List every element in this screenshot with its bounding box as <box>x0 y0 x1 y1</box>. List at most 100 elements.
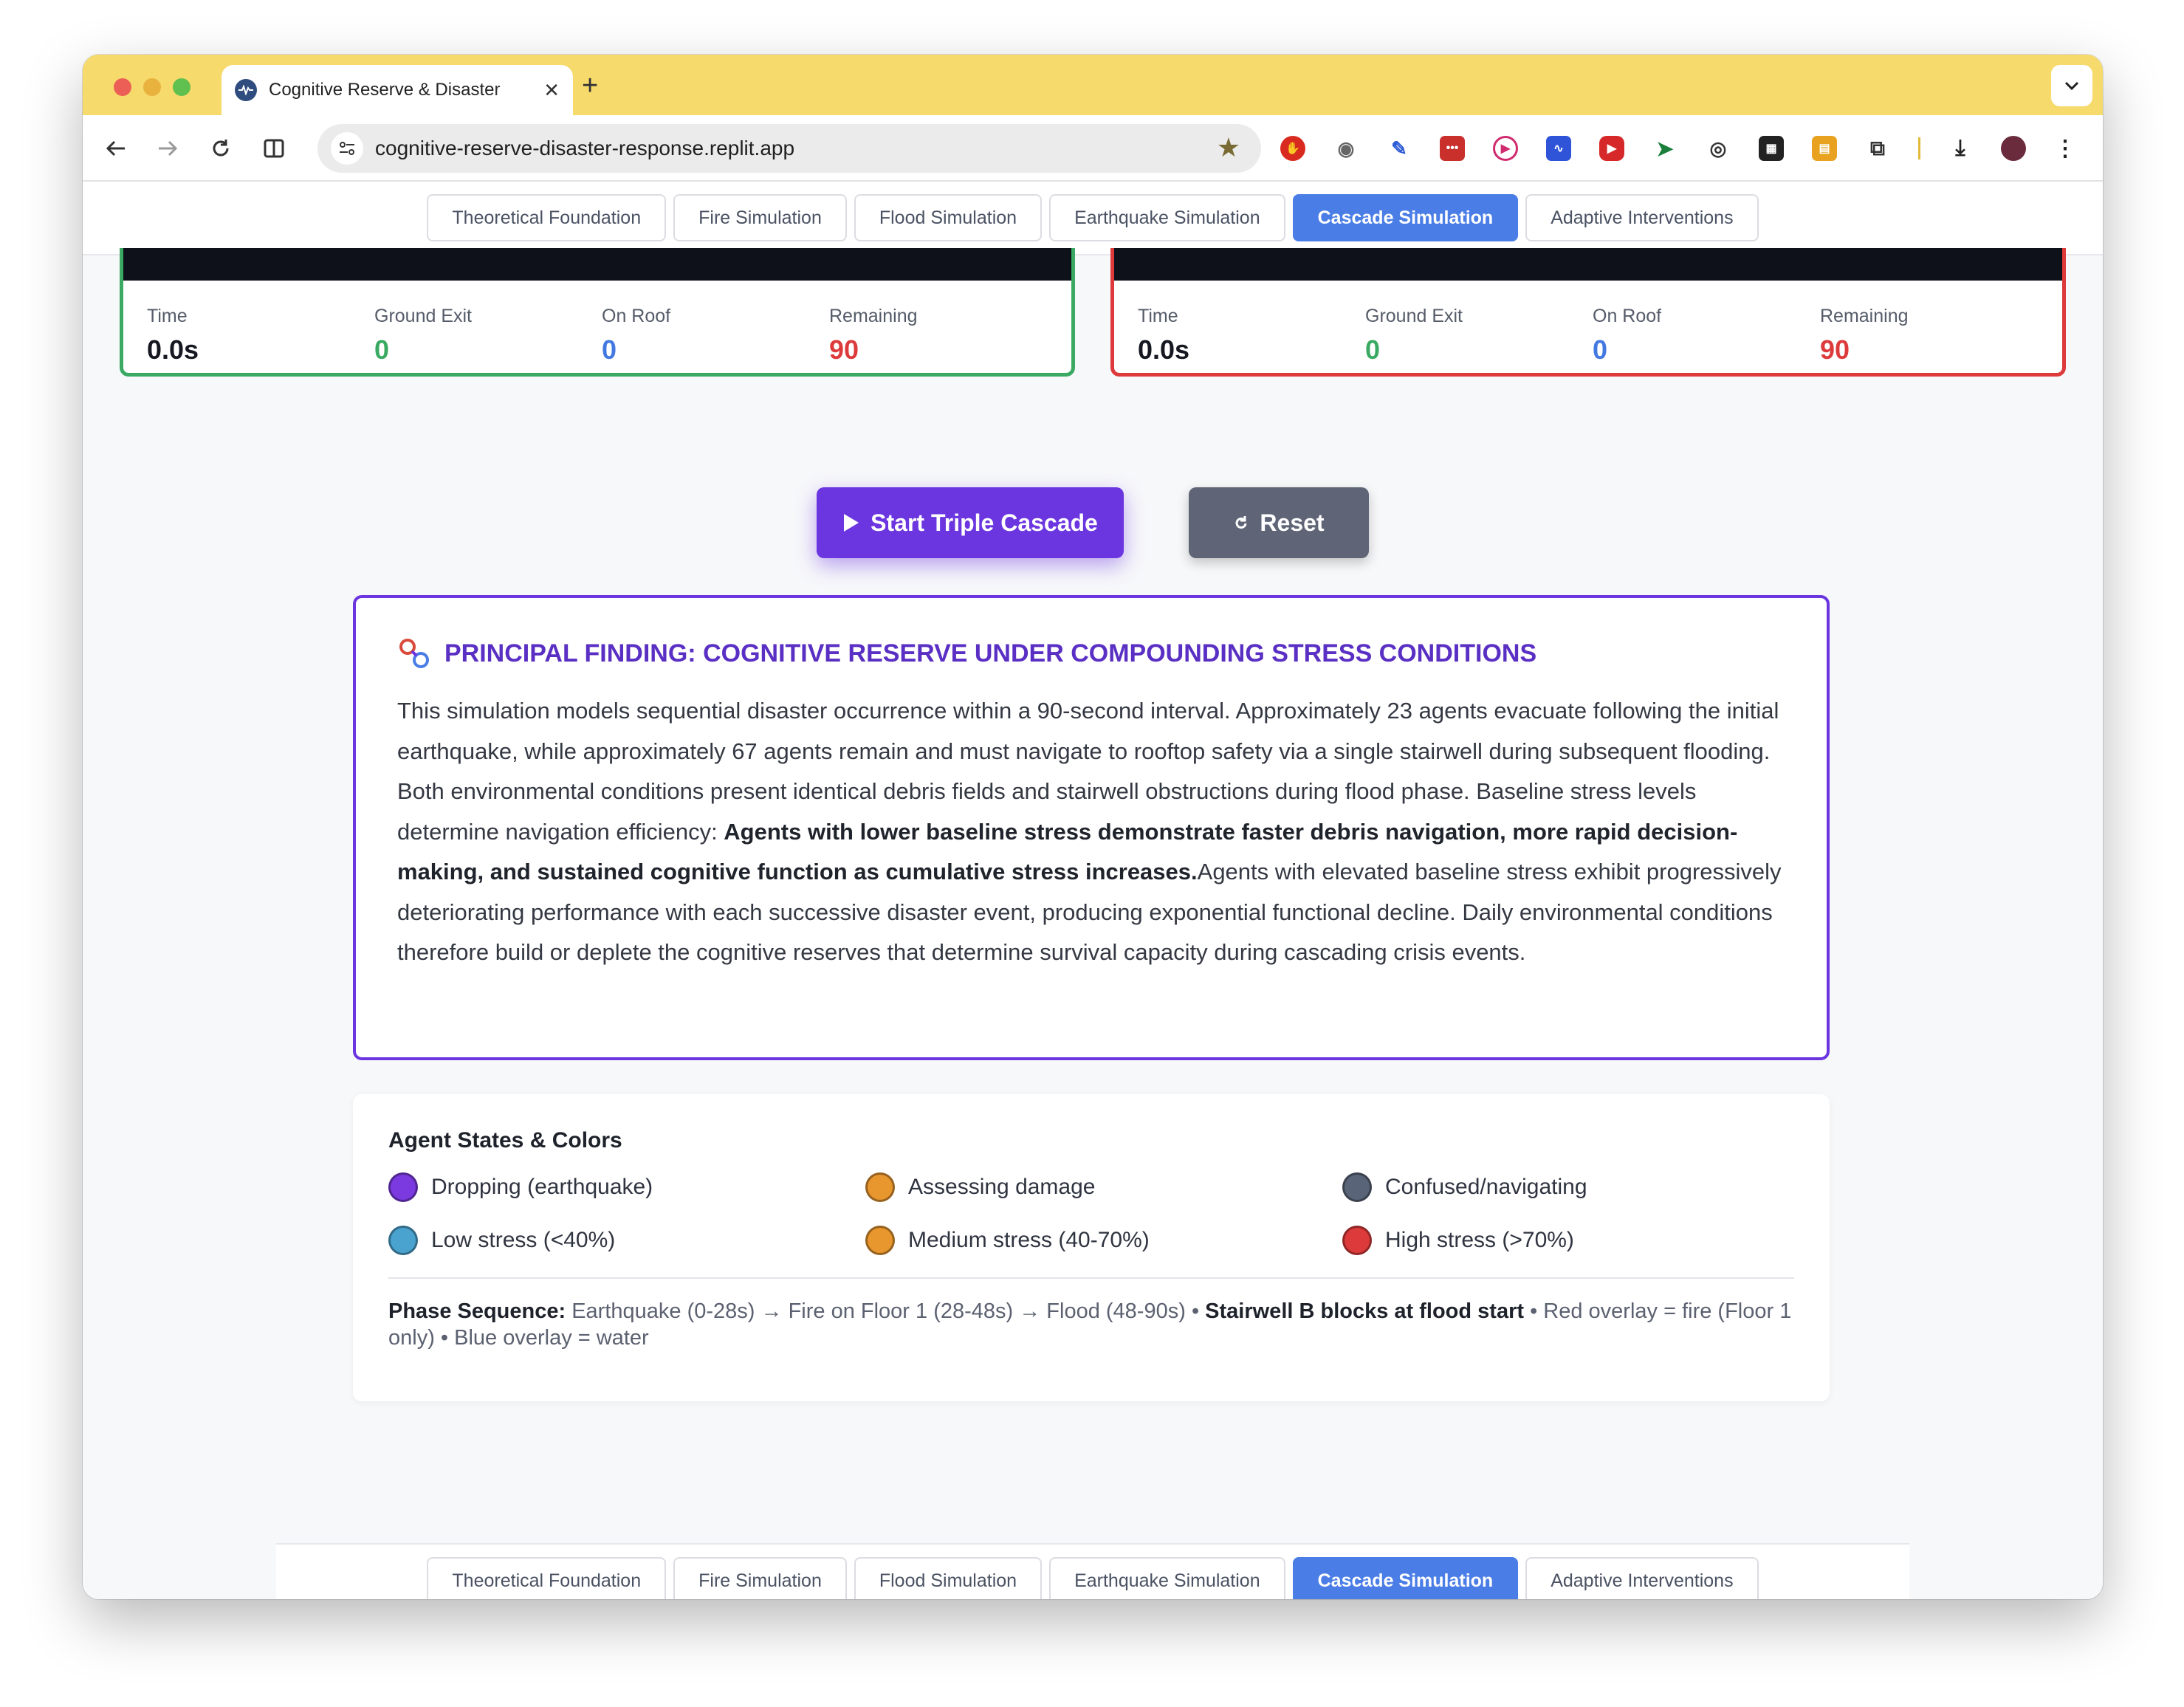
on-roof-value: 0 <box>602 334 617 365</box>
reload-icon[interactable] <box>207 134 235 162</box>
legend-label: Medium stress (40-70%) <box>908 1228 1150 1252</box>
phase-text-1: Earthquake (0-28s) → Fire on Floor 1 (28… <box>566 1299 1206 1323</box>
puzzle-extensions-icon[interactable]: ⧉ <box>1865 136 1890 161</box>
legend-item: Assessing damage <box>865 1172 1342 1202</box>
tab-theoretical-foundation[interactable]: Theoretical Foundation <box>427 1557 667 1599</box>
ground-exit-value: 0 <box>374 334 390 365</box>
grid-extension-icon[interactable]: ▦ <box>1759 136 1784 161</box>
stat-label: On Roof <box>602 306 671 326</box>
stat-label: Remaining <box>829 306 918 326</box>
tab-fire-simulation[interactable]: Fire Simulation <box>673 1557 847 1599</box>
legend-grid: Dropping (earthquake) Assessing damage C… <box>388 1172 1794 1255</box>
low-stress-building-panel: Time 0.0s Ground Exit 0 On Roof 0 Remaining… <box>120 248 1075 377</box>
tab-theoretical-foundation[interactable]: Theoretical Foundation <box>427 194 667 241</box>
adblock-extension-icon[interactable]: ✋ <box>1280 136 1305 161</box>
address-bar[interactable]: cognitive-reserve-disaster-response.repl… <box>317 124 1261 173</box>
forward-arrow-icon[interactable] <box>154 134 182 162</box>
pulse-favicon-icon <box>235 79 257 101</box>
tab-cascade-simulation[interactable]: Cascade Simulation <box>1292 1557 1519 1599</box>
close-tab-icon[interactable]: ✕ <box>543 79 560 102</box>
phase-label: Phase Sequence: <box>388 1299 566 1323</box>
remaining-value: 90 <box>829 334 859 365</box>
tab-strip: Cognitive Reserve & Disaster ✕ + <box>83 55 2103 115</box>
url-text: cognitive-reserve-disaster-response.repl… <box>375 137 795 159</box>
start-triple-cascade-button[interactable]: Start Triple Cascade <box>817 487 1124 558</box>
tab-earthquake-simulation[interactable]: Earthquake Simulation <box>1049 1557 1285 1599</box>
legend-item: Confused/navigating <box>1342 1172 1819 1202</box>
legend-label: High stress (>70%) <box>1385 1228 1574 1252</box>
more-menu-icon[interactable]: ⋮ <box>2053 136 2078 161</box>
camera-extension-icon[interactable]: ◉ <box>1333 136 1359 161</box>
tab-adaptive-interventions[interactable]: Adaptive Interventions <box>1525 1557 1759 1599</box>
split-view-icon[interactable] <box>260 134 288 162</box>
minimize-window-button[interactable] <box>143 78 161 96</box>
dots-extension-icon[interactable]: ••• <box>1440 136 1465 161</box>
maximize-window-button[interactable] <box>173 78 190 96</box>
start-button-label: Start Triple Cascade <box>870 509 1098 536</box>
legend-item: High stress (>70%) <box>1342 1226 1819 1255</box>
tab-flood-simulation[interactable]: Flood Simulation <box>854 194 1043 241</box>
tab-search-button[interactable] <box>2051 65 2092 106</box>
site-info-icon[interactable] <box>331 132 363 165</box>
back-arrow-icon[interactable] <box>102 134 130 162</box>
browser-tab[interactable]: Cognitive Reserve & Disaster ✕ <box>222 65 573 115</box>
tab-adaptive-interventions[interactable]: Adaptive Interventions <box>1525 194 1759 241</box>
legend-title: Agent States & Colors <box>388 1128 622 1153</box>
video-extension-icon[interactable]: ▶ <box>1599 136 1624 161</box>
tab-earthquake-simulation[interactable]: Earthquake Simulation <box>1049 194 1285 241</box>
legend-label: Low stress (<40%) <box>431 1228 616 1252</box>
time-value: 0.0s <box>147 334 199 365</box>
high-stress-color-dot <box>1342 1226 1372 1255</box>
medium-stress-color-dot <box>865 1226 895 1255</box>
simulation-canvas-edge <box>1114 248 2062 281</box>
audio-extension-icon[interactable]: ∿ <box>1546 136 1571 161</box>
high-stress-building-panel: Time 0.0s Ground Exit 0 On Roof 0 Remaining… <box>1110 248 2066 377</box>
browser-toolbar: cognitive-reserve-disaster-response.repl… <box>83 115 2103 182</box>
blocks-extension-icon[interactable]: ▤ <box>1812 136 1837 161</box>
phase-emphasis: Stairwell B blocks at flood start <box>1205 1299 1525 1323</box>
legend-item: Dropping (earthquake) <box>388 1172 865 1202</box>
simulation-canvas-edge <box>123 248 1071 281</box>
bottom-nav: Theoretical Foundation Fire Simulation F… <box>276 1543 1909 1599</box>
phase-sequence: Phase Sequence: Earthquake (0-28s) → Fir… <box>388 1298 1794 1351</box>
legend-label: Assessing damage <box>908 1175 1096 1199</box>
stat-label: Ground Exit <box>1365 306 1463 326</box>
low-stress-color-dot <box>388 1226 418 1255</box>
stat-label: Time <box>1138 306 1178 326</box>
reset-button[interactable]: Reset <box>1189 487 1369 558</box>
stat-label: Remaining <box>1820 306 1909 326</box>
legend-label: Dropping (earthquake) <box>431 1175 653 1199</box>
toolbar-divider <box>1918 137 1920 159</box>
reset-icon <box>1235 516 1247 529</box>
ground-exit-value: 0 <box>1365 334 1381 365</box>
legend-item: Low stress (<40%) <box>388 1226 865 1255</box>
top-nav: Theoretical Foundation Fire Simulation F… <box>83 182 2103 255</box>
link-chain-icon <box>399 639 429 668</box>
play-extension-icon[interactable]: ▶ <box>1493 136 1518 161</box>
confused-color-dot <box>1342 1172 1372 1202</box>
close-window-button[interactable] <box>114 78 131 96</box>
legend-item: Medium stress (40-70%) <box>865 1226 1342 1255</box>
play-icon <box>844 514 859 532</box>
page-content: Theoretical Foundation Fire Simulation F… <box>83 182 2103 1599</box>
eye-extension-icon[interactable]: ◎ <box>1706 136 1731 161</box>
dropping-color-dot <box>388 1172 418 1202</box>
principal-finding-card: PRINCIPAL FINDING: COGNITIVE RESERVE UND… <box>353 595 1830 1060</box>
tab-cascade-simulation[interactable]: Cascade Simulation <box>1292 194 1519 241</box>
time-value: 0.0s <box>1138 334 1190 365</box>
on-roof-value: 0 <box>1593 334 1608 365</box>
pen-extension-icon[interactable]: ✎ <box>1387 136 1412 161</box>
reset-button-label: Reset <box>1260 509 1325 536</box>
remaining-value: 90 <box>1820 334 1850 365</box>
cursor-extension-icon[interactable]: ➤ <box>1652 136 1678 161</box>
tab-flood-simulation[interactable]: Flood Simulation <box>854 1557 1043 1599</box>
download-icon[interactable]: ⤓ <box>1948 136 1973 161</box>
tab-fire-simulation[interactable]: Fire Simulation <box>673 194 847 241</box>
avatar[interactable] <box>2001 136 2026 161</box>
finding-body: This simulation models sequential disast… <box>397 691 1785 973</box>
stats-row: Time 0.0s Ground Exit 0 On Roof 0 Remaining… <box>1138 306 2047 365</box>
new-tab-button[interactable]: + <box>582 71 598 100</box>
finding-title: PRINCIPAL FINDING: COGNITIVE RESERVE UND… <box>444 639 1537 667</box>
browser-window: Cognitive Reserve & Disaster ✕ + cogniti… <box>83 55 2103 1599</box>
bookmark-star-icon[interactable]: ★ <box>1217 133 1240 162</box>
